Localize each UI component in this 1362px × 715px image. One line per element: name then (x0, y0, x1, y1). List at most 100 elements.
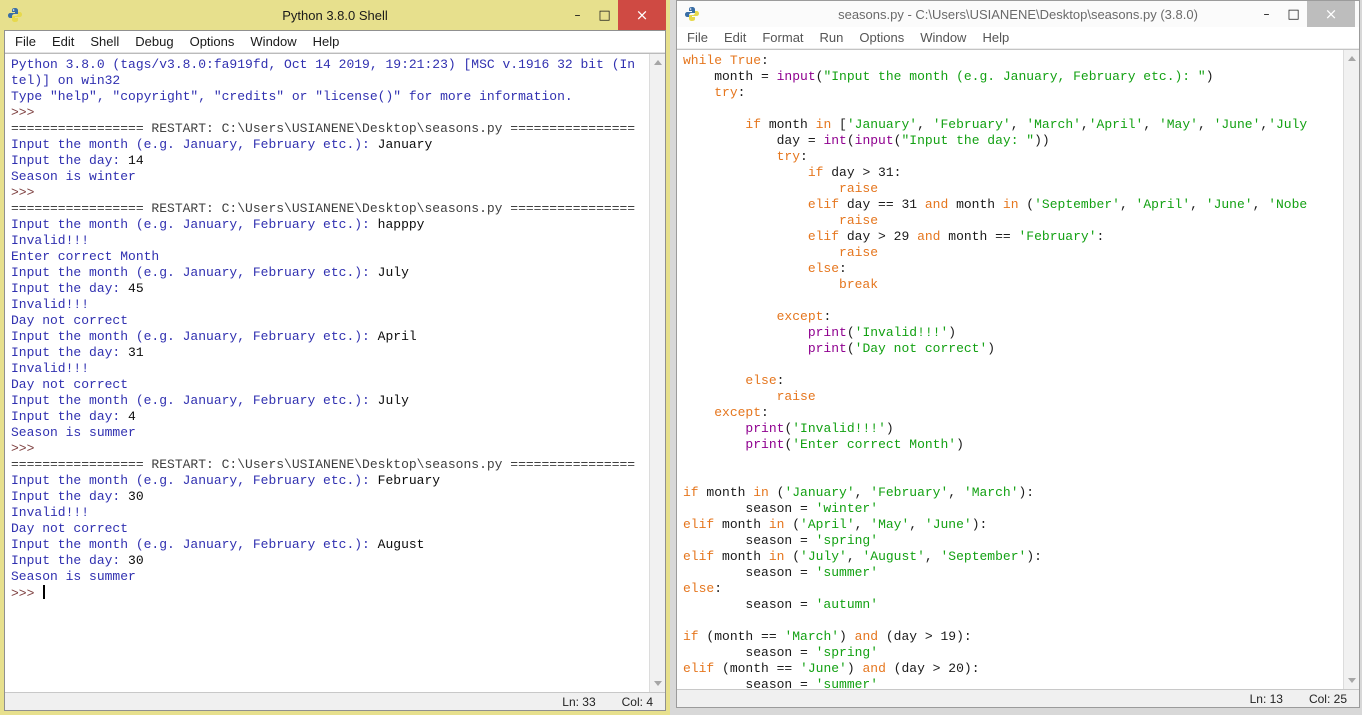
text-caret (43, 585, 45, 599)
editor-line: if day > 31: (683, 165, 1343, 181)
shell-statusbar: Ln: 33 Col: 4 (5, 692, 665, 710)
editor-line: if month in ['January', 'February', 'Mar… (683, 117, 1343, 133)
shell-output: Python 3.8.0 (tags/v3.8.0:fa919fd, Oct 1… (5, 54, 649, 692)
editor-line: print('Invalid!!!') (683, 325, 1343, 341)
shell-menu-file[interactable]: File (7, 32, 44, 51)
editor-menu-format[interactable]: Format (754, 28, 811, 47)
shell-line: Input the day: 30 (11, 489, 649, 505)
maximize-icon[interactable]: □ (591, 0, 618, 30)
editor-line: except: (683, 309, 1343, 325)
editor-vertical-scrollbar[interactable] (1343, 50, 1359, 689)
editor-line (683, 293, 1343, 309)
minimize-icon[interactable]: – (564, 0, 591, 30)
scroll-down-icon[interactable] (650, 676, 665, 691)
scroll-up-icon[interactable] (650, 55, 665, 70)
shell-line: Type "help", "copyright", "credits" or "… (11, 89, 649, 105)
editor-line: day = int(input("Input the day: ")) (683, 133, 1343, 149)
idle-python-icon[interactable] (683, 5, 701, 23)
editor-menu-options[interactable]: Options (851, 28, 912, 47)
editor-menu-run[interactable]: Run (812, 28, 852, 47)
shell-line: Season is summer (11, 569, 649, 585)
idle-python-icon[interactable] (6, 6, 24, 24)
editor-line: try: (683, 85, 1343, 101)
editor-text-area[interactable]: while True: month = input("Input the mon… (677, 49, 1359, 689)
shell-text-area[interactable]: Python 3.8.0 (tags/v3.8.0:fa919fd, Oct 1… (5, 53, 665, 692)
editor-line: elif day > 29 and month == 'February': (683, 229, 1343, 245)
editor-line: elif (month == 'June') and (day > 20): (683, 661, 1343, 677)
scroll-down-icon[interactable] (1344, 673, 1359, 688)
shell-menu-shell[interactable]: Shell (82, 32, 127, 51)
editor-line: elif month in ('July', 'August', 'Septem… (683, 549, 1343, 565)
shell-menu-window[interactable]: Window (242, 32, 304, 51)
minimize-icon[interactable]: – (1253, 1, 1280, 27)
editor-code: while True: month = input("Input the mon… (677, 50, 1343, 689)
shell-titlebar[interactable]: Python 3.8.0 Shell – □ × (0, 0, 670, 30)
shell-line: Invalid!!! (11, 233, 649, 249)
shell-line: Input the month (e.g. January, February … (11, 329, 649, 345)
shell-line: Day not correct (11, 313, 649, 329)
editor-line: print('Day not correct') (683, 341, 1343, 357)
shell-line: ================= RESTART: C:\Users\USIA… (11, 121, 649, 137)
editor-line: raise (683, 245, 1343, 261)
shell-line: Season is summer (11, 425, 649, 441)
shell-line: Invalid!!! (11, 297, 649, 313)
editor-line: if month in ('January', 'February', 'Mar… (683, 485, 1343, 501)
shell-line: Input the month (e.g. January, February … (11, 537, 649, 553)
editor-line: season = 'winter' (683, 501, 1343, 517)
shell-line: ================= RESTART: C:\Users\USIA… (11, 201, 649, 217)
editor-line: season = 'summer' (683, 565, 1343, 581)
shell-menubar: FileEditShellDebugOptionsWindowHelp (5, 31, 665, 53)
shell-menu-edit[interactable]: Edit (44, 32, 82, 51)
shell-line: >>> (11, 105, 649, 121)
shell-line: Input the day: 31 (11, 345, 649, 361)
editor-menubar: FileEditFormatRunOptionsWindowHelp (677, 27, 1359, 49)
maximize-icon[interactable]: □ (1280, 1, 1307, 27)
shell-line: >>> (11, 441, 649, 457)
editor-line: raise (683, 213, 1343, 229)
editor-line (683, 357, 1343, 373)
shell-window: Python 3.8.0 Shell – □ × FileEditShellDe… (0, 0, 670, 715)
editor-line (683, 453, 1343, 469)
close-icon[interactable]: × (1307, 1, 1355, 27)
editor-line: elif day == 31 and month in ('September'… (683, 197, 1343, 213)
shell-window-body: FileEditShellDebugOptionsWindowHelp Pyth… (4, 30, 666, 711)
editor-titlebar[interactable]: seasons.py - C:\Users\USIANENE\Desktop\s… (677, 1, 1359, 27)
editor-menu-help[interactable]: Help (974, 28, 1017, 47)
shell-line: Input the month (e.g. January, February … (11, 393, 649, 409)
editor-line: if (month == 'March') and (day > 19): (683, 629, 1343, 645)
shell-line: Input the month (e.g. January, February … (11, 217, 649, 233)
scroll-up-icon[interactable] (1344, 51, 1359, 66)
shell-line: Input the month (e.g. January, February … (11, 137, 649, 153)
shell-line: Day not correct (11, 521, 649, 537)
editor-line: raise (683, 389, 1343, 405)
shell-line: >>> (11, 585, 649, 601)
python-logo-icon (684, 6, 700, 22)
editor-statusbar: Ln: 13 Col: 25 (677, 689, 1359, 707)
shell-menu-help[interactable]: Help (305, 32, 348, 51)
shell-line: Input the month (e.g. January, February … (11, 265, 649, 281)
shell-line: Enter correct Month (11, 249, 649, 265)
shell-column-indicator: Col: 4 (622, 695, 653, 709)
editor-window: seasons.py - C:\Users\USIANENE\Desktop\s… (676, 0, 1360, 708)
shell-line-indicator: Ln: 33 (562, 695, 595, 709)
shell-line: Input the day: 30 (11, 553, 649, 569)
shell-vertical-scrollbar[interactable] (649, 54, 665, 692)
shell-menu-options[interactable]: Options (182, 32, 243, 51)
editor-menu-file[interactable]: File (679, 28, 716, 47)
shell-line: Input the day: 14 (11, 153, 649, 169)
editor-line: else: (683, 581, 1343, 597)
shell-menu-debug[interactable]: Debug (127, 32, 181, 51)
editor-menu-edit[interactable]: Edit (716, 28, 754, 47)
editor-line: season = 'summer' (683, 677, 1343, 689)
editor-column-indicator: Col: 25 (1309, 692, 1347, 706)
shell-window-controls: – □ × (564, 0, 670, 30)
editor-line: try: (683, 149, 1343, 165)
python-logo-icon (7, 7, 23, 23)
close-icon[interactable]: × (618, 0, 666, 30)
editor-menu-window[interactable]: Window (912, 28, 974, 47)
editor-line: else: (683, 373, 1343, 389)
editor-line: raise (683, 181, 1343, 197)
shell-line: ================= RESTART: C:\Users\USIA… (11, 457, 649, 473)
editor-line: print('Enter correct Month') (683, 437, 1343, 453)
shell-line: Invalid!!! (11, 361, 649, 377)
